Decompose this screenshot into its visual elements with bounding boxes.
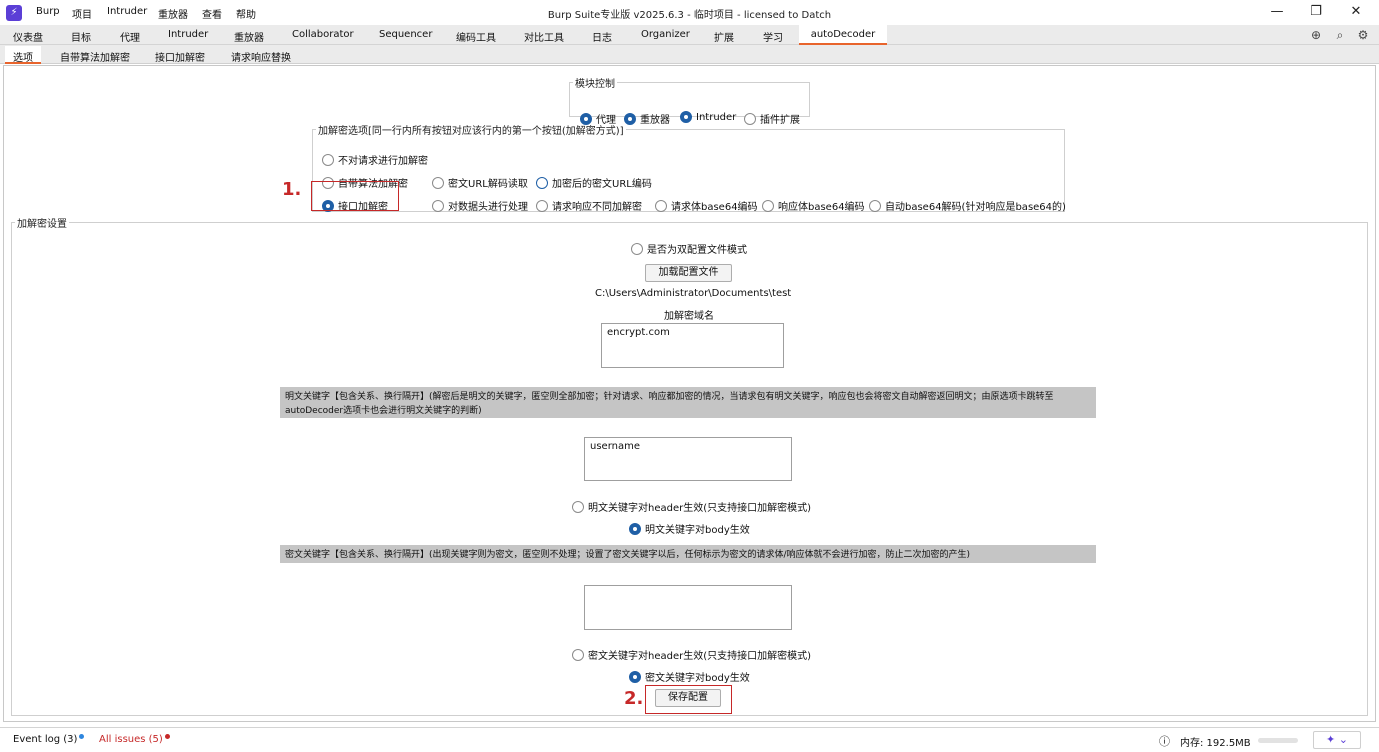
radio-label: 密文URL解码读取 — [448, 179, 528, 190]
crypto-settings-group: 加解密设置 是否为双配置文件模式 加载配置文件 C:\Users\Adminis… — [11, 215, 1368, 716]
tab-decoder[interactable]: 编码工具 — [456, 29, 496, 44]
radio-label: Intruder — [696, 111, 737, 123]
no-crypto-radio[interactable]: 不对请求进行加解密 — [322, 152, 428, 167]
config-path: C:\Users\Administrator\Documents\test — [595, 288, 792, 299]
event-log-label: Event log (3) — [13, 734, 78, 745]
cipher-header-radio[interactable]: 密文关键字对header生效(只支持接口加解密模式) — [572, 647, 811, 662]
window-title: Burp Suite专业版 v2025.6.3 - 临时项目 - license… — [547, 10, 832, 21]
sub-tab-bar: 选项 自带算法加解密 接口加解密 请求响应替换 — [0, 45, 1379, 64]
memory-bar — [1258, 738, 1298, 743]
radio-label: 请求响应不同加解密 — [552, 202, 642, 213]
tab-comparer[interactable]: 对比工具 — [524, 29, 564, 44]
radio-label: 自动base64解码(针对响应是base64的) — [885, 202, 1066, 213]
module-control-legend: 模块控制 — [575, 79, 615, 90]
req-body-base64-radio[interactable]: 请求体base64编码 — [655, 198, 758, 213]
cipher-body-radio[interactable]: 密文关键字对body生效 — [629, 669, 750, 684]
cipher-url-encode-radio[interactable]: 加密后的密文URL编码 — [536, 175, 652, 190]
subtab-options[interactable]: 选项 — [5, 46, 41, 64]
radio-label: 响应体base64编码 — [778, 202, 865, 213]
radio-label: 密文关键字对body生效 — [645, 673, 750, 684]
radio-indicator[interactable] — [629, 522, 641, 535]
tab-collaborator[interactable]: Collaborator — [292, 29, 354, 40]
all-issues-label: All issues (5) — [99, 734, 163, 745]
all-issues-link[interactable]: All issues (5) — [99, 734, 170, 745]
tab-learn[interactable]: 学习 — [763, 29, 783, 44]
event-log-link[interactable]: Event log (3) — [13, 734, 85, 745]
close-button[interactable]: ✕ — [1345, 2, 1367, 22]
tab-organizer[interactable]: Organizer — [641, 29, 690, 40]
dual-config-radio[interactable]: 是否为双配置文件模式 — [631, 241, 747, 256]
radio-indicator[interactable] — [655, 199, 667, 212]
plain-keyword-banner: 明文关键字【包含关系、换行隔开】(解密后是明文的关键字，匿空则全部加密；针对请求… — [280, 387, 1096, 418]
options-panel: 模块控制 代理 重放器 Intruder 插件扩展 加解密选项[同一行内所有按钮… — [3, 65, 1376, 722]
minimize-button[interactable]: — — [1266, 2, 1288, 22]
tab-target[interactable]: 目标 — [71, 29, 91, 44]
step-2-annotation: 2. — [624, 688, 644, 709]
tab-autodecoder[interactable]: autoDecoder — [799, 25, 887, 45]
radio-label: 明文关键字对body生效 — [645, 525, 750, 536]
radio-label: 密文关键字对header生效(只支持接口加解密模式) — [588, 651, 812, 662]
resp-body-base64-radio[interactable]: 响应体base64编码 — [762, 198, 865, 213]
cipher-keyword-banner: 密文关键字【包含关系、换行隔开】(出现关键字则为密文，匿空则不处理；设置了密文关… — [280, 545, 1096, 563]
step-2-highlight — [645, 685, 732, 714]
crypto-settings-legend: 加解密设置 — [17, 219, 67, 230]
radio-label: 明文关键字对header生效(只支持接口加解密模式) — [588, 503, 812, 514]
domain-textarea[interactable]: encrypt.com — [601, 323, 784, 368]
cipher-url-decode-radio[interactable]: 密文URL解码读取 — [432, 175, 528, 190]
gear-icon[interactable]: ⚙ — [1355, 27, 1371, 43]
title-bar: ⚡ Burp 项目 Intruder 重放器 查看 帮助 Burp Suite专… — [0, 0, 1379, 25]
tab-logger[interactable]: 日志 — [592, 29, 612, 44]
radio-label: 是否为双配置文件模式 — [647, 245, 747, 256]
radio-indicator[interactable] — [432, 199, 444, 212]
radio-label: 不对请求进行加解密 — [338, 156, 428, 167]
event-log-dot — [79, 734, 85, 739]
tab-extensions[interactable]: 扩展 — [714, 29, 734, 44]
step-1-annotation: 1. — [282, 179, 302, 200]
info-icon: ⓘ — [1159, 735, 1170, 748]
radio-label: 对数据头进行处理 — [448, 202, 528, 213]
radio-indicator[interactable] — [572, 500, 584, 513]
radio-indicator[interactable] — [869, 199, 881, 212]
plain-keyword-textarea[interactable]: username — [584, 437, 792, 481]
header-process-radio[interactable]: 对数据头进行处理 — [432, 198, 528, 213]
radio-indicator[interactable] — [629, 670, 641, 683]
crypto-options-legend: 加解密选项[同一行内所有按钮对应该行内的第一个按钮(加解密方式)] — [318, 126, 624, 137]
restore-button[interactable]: ❐ — [1305, 2, 1327, 22]
subtab-req-resp-replace[interactable]: 请求响应替换 — [231, 49, 291, 64]
radio-label: 加密后的密文URL编码 — [552, 179, 652, 190]
radio-indicator[interactable] — [572, 648, 584, 661]
tab-repeater[interactable]: 重放器 — [234, 29, 264, 44]
radio-indicator[interactable] — [432, 176, 444, 189]
main-tab-bar: 仪表盘 目标 代理 Intruder 重放器 Collaborator Sequ… — [0, 25, 1379, 45]
globe-icon[interactable]: ⊕ — [1308, 27, 1324, 43]
all-issues-dot — [164, 734, 170, 739]
radio-indicator[interactable] — [536, 199, 548, 212]
radio-label: 请求体base64编码 — [671, 202, 758, 213]
radio-indicator[interactable] — [631, 242, 643, 255]
radio-indicator[interactable] — [322, 153, 334, 166]
auto-base64-decode-radio[interactable]: 自动base64解码(针对响应是base64的) — [869, 198, 1066, 213]
ai-assistant-button[interactable]: ✦ ⌄ — [1313, 731, 1361, 749]
diff-crypto-radio[interactable]: 请求响应不同加解密 — [536, 198, 642, 213]
tab-intruder[interactable]: Intruder — [168, 29, 208, 40]
tab-proxy[interactable]: 代理 — [120, 29, 140, 44]
memory-usage: 内存: 192.5MB — [1180, 738, 1251, 749]
plain-header-radio[interactable]: 明文关键字对header生效(只支持接口加解密模式) — [572, 499, 811, 514]
subtab-builtin-crypto[interactable]: 自带算法加解密 — [60, 49, 130, 64]
tab-sequencer[interactable]: Sequencer — [379, 29, 432, 40]
search-icon[interactable]: ⌕ — [1332, 27, 1348, 43]
crypto-options-group: 加解密选项[同一行内所有按钮对应该行内的第一个按钮(加解密方式)] 不对请求进行… — [312, 122, 1066, 213]
module-control-group: 模块控制 代理 重放器 Intruder 插件扩展 — [569, 75, 810, 126]
load-config-button[interactable]: 加载配置文件 — [645, 264, 732, 282]
subtab-api-crypto[interactable]: 接口加解密 — [155, 49, 205, 64]
tab-dashboard[interactable]: 仪表盘 — [13, 29, 43, 44]
status-bar: Event log (3) All issues (5) ⓘ 内存: 192.5… — [0, 727, 1379, 752]
step-1-highlight — [311, 181, 399, 211]
radio-indicator[interactable] — [536, 176, 548, 189]
domain-label: 加解密域名 — [664, 311, 714, 322]
radio-indicator[interactable] — [762, 199, 774, 212]
plain-body-radio[interactable]: 明文关键字对body生效 — [629, 521, 750, 536]
cipher-keyword-textarea[interactable] — [584, 585, 792, 630]
